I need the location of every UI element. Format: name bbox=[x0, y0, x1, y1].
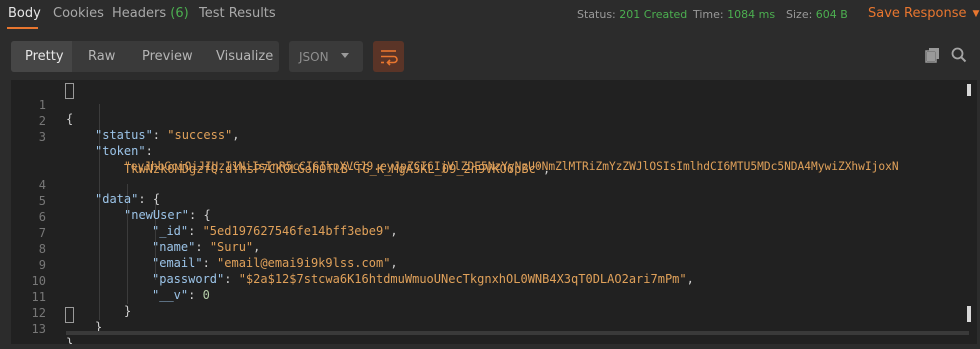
status-readout: Status: 201 Created bbox=[577, 8, 687, 21]
code-text: { bbox=[66, 112, 74, 126]
code-line: 9 "password": "$2a$12$7stcwa6K16htdmuWmu… bbox=[11, 244, 694, 286]
code-text: } bbox=[66, 336, 74, 344]
wrap-lines-icon bbox=[381, 50, 398, 66]
code-line: 12 } bbox=[11, 292, 103, 334]
size-value: 604 B bbox=[815, 8, 848, 21]
horizontal-scrollbar[interactable] bbox=[66, 331, 969, 335]
code-line: TkwNzk0MDgzfQ.dYhsP7CK0LGohOTlB-TG_K_MgA… bbox=[11, 148, 550, 176]
json-key: "data" bbox=[95, 192, 139, 206]
tab-pretty[interactable]: Pretty bbox=[25, 49, 64, 64]
response-tabbar: Body Cookies Headers (6) Test Results St… bbox=[0, 0, 980, 29]
json-string: "success" bbox=[167, 128, 233, 142]
response-body-editor[interactable]: 1 { 2 "status": "success", 3 "token": "e… bbox=[11, 80, 977, 344]
code-line: 5 "newUser": { bbox=[11, 180, 211, 222]
code-line: 4 "data": { bbox=[11, 164, 160, 206]
code-text: TkwNzk0MDgzfQ.dYhsP7CK0LGohOTlB-TG_K_MgA… bbox=[124, 162, 551, 176]
json-number: 0 bbox=[202, 288, 210, 302]
tab-headers-label: Headers bbox=[112, 6, 167, 21]
code-line: 7 "name": "Suru", bbox=[11, 212, 261, 254]
tab-raw[interactable]: Raw bbox=[88, 49, 115, 64]
tab-cookies[interactable]: Cookies bbox=[53, 6, 104, 21]
json-string: "email@emai9i9k9lss.com" bbox=[217, 256, 391, 270]
json-key: "email" bbox=[152, 256, 203, 270]
size-label: Size: bbox=[786, 8, 813, 21]
code-line: 8 "email": "email@emai9i9k9lss.com", bbox=[11, 228, 398, 270]
code-text: "data": { bbox=[95, 192, 161, 206]
json-key: "name" bbox=[152, 240, 196, 254]
tab-preview[interactable]: Preview bbox=[142, 49, 193, 64]
vertical-scrollbar-thumb[interactable] bbox=[967, 306, 971, 322]
json-key: "token" bbox=[95, 144, 146, 158]
code-text: "__v": 0 bbox=[152, 288, 210, 302]
vertical-scrollbar-thumb[interactable] bbox=[967, 84, 971, 96]
time-label: Time: bbox=[693, 8, 724, 21]
json-string: "$2a$12$7stcwa6K16htdmuWmuoUNecTkgnxhOL0… bbox=[238, 272, 687, 286]
code-text: "token": bbox=[95, 144, 153, 158]
json-key: "__v" bbox=[152, 288, 189, 302]
code-line: 13 } bbox=[11, 308, 74, 344]
code-line: 11 } bbox=[11, 276, 132, 318]
code-text: "status": "success", bbox=[95, 128, 240, 142]
tab-visualize[interactable]: Visualize bbox=[216, 49, 273, 64]
size-readout: Size: 604 B bbox=[786, 8, 848, 21]
copy-icon[interactable] bbox=[924, 46, 942, 64]
json-key: "newUser" bbox=[124, 208, 190, 222]
search-icon[interactable] bbox=[950, 46, 968, 64]
save-response-button[interactable]: Save Response ▼ bbox=[868, 6, 979, 21]
headers-count-badge: (6) bbox=[170, 6, 189, 21]
format-select[interactable]: JSON bbox=[289, 41, 363, 72]
json-key: "_id" bbox=[152, 224, 189, 238]
code-line: 10 "__v": 0 bbox=[11, 260, 210, 302]
tab-body[interactable]: Body bbox=[8, 6, 41, 21]
code-line: "eyJhbGciOiJIUzI1NiIsInR5cCI6IkpXVCJ9.ey… bbox=[11, 132, 899, 173]
time-value: 1084 ms bbox=[727, 8, 776, 21]
code-text: "email": "email@emai9i9k9lss.com", bbox=[152, 256, 398, 270]
code-text: "name": "Suru", bbox=[152, 240, 261, 254]
json-string: TkwNzk0MDgzfQ.dYhsP7CK0LGohOTlB-TG_K_MgA… bbox=[124, 162, 544, 176]
save-response-label: Save Response bbox=[868, 6, 967, 21]
chevron-down-icon: ▼ bbox=[972, 9, 980, 19]
tab-test-results[interactable]: Test Results bbox=[199, 6, 276, 21]
code-line: 3 "token": bbox=[11, 116, 153, 158]
json-key: "password" bbox=[152, 272, 225, 286]
code-text: "newUser": { bbox=[124, 208, 211, 222]
view-mode-tabs: Pretty Raw Preview Visualize bbox=[11, 41, 279, 72]
tab-headers[interactable]: Headers (6) bbox=[112, 6, 189, 21]
format-selected-value: JSON bbox=[299, 50, 329, 64]
status-value: 201 Created bbox=[619, 8, 688, 21]
code-text: "password": "$2a$12$7stcwa6K16htdmuWmuoU… bbox=[152, 272, 694, 286]
json-key: "status" bbox=[95, 128, 153, 142]
chevron-down-icon bbox=[341, 53, 349, 58]
code-line: 2 "status": "success", bbox=[11, 100, 240, 142]
active-tab-indicator bbox=[7, 27, 38, 29]
json-string: "Suru" bbox=[209, 240, 254, 254]
bracket-match-highlight bbox=[65, 307, 74, 323]
bracket-match-highlight bbox=[65, 83, 74, 99]
wrap-lines-button[interactable] bbox=[373, 41, 404, 72]
code-text: } bbox=[124, 304, 132, 318]
time-readout: Time: 1084 ms bbox=[693, 8, 775, 21]
code-line: 6 "_id": "5ed197627546fe14bff3ebe9", bbox=[11, 196, 398, 238]
line-number: 13 bbox=[31, 322, 46, 336]
json-string: "5ed197627546fe14bff3ebe9" bbox=[202, 224, 391, 238]
code-text: "_id": "5ed197627546fe14bff3ebe9", bbox=[152, 224, 398, 238]
status-label: Status: bbox=[577, 8, 616, 21]
code-line: 1 { bbox=[11, 84, 73, 126]
